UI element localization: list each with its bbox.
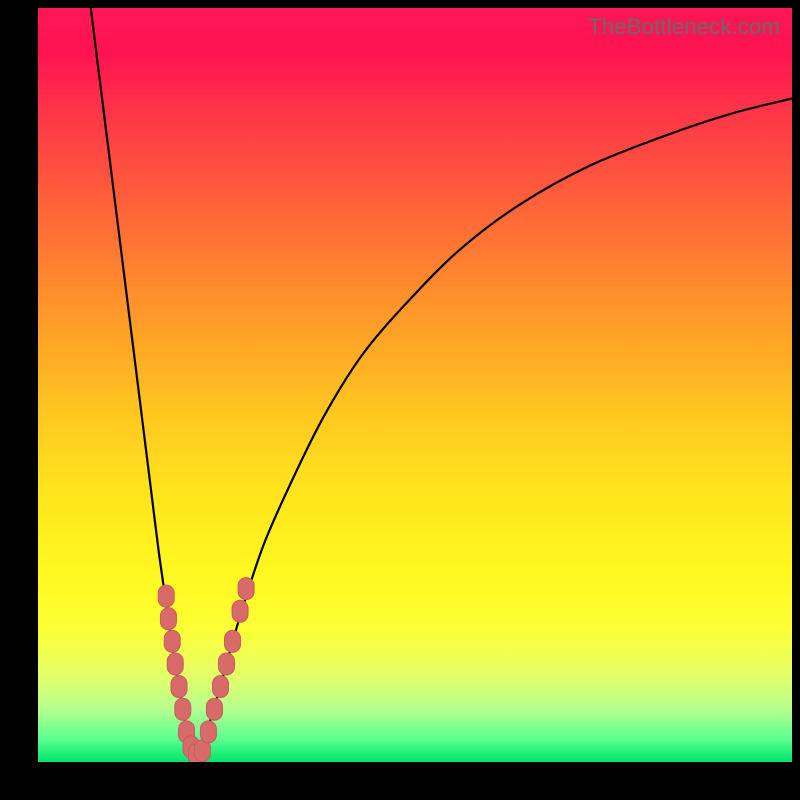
highlight-markers [158,578,254,762]
marker [232,600,248,622]
curve-layer [38,8,792,762]
marker [160,608,176,630]
marker [164,630,180,652]
left-branch [91,8,197,762]
right-branch [196,98,792,762]
watermark-text: TheBottleneck.com [588,14,780,40]
marker [225,630,241,652]
marker [238,578,254,600]
marker [158,585,174,607]
marker [175,698,191,720]
marker [219,653,235,675]
chart-frame: TheBottleneck.com [0,0,800,800]
marker [167,653,183,675]
marker [212,676,228,698]
marker [171,676,187,698]
marker [206,698,222,720]
plot-area: TheBottleneck.com [38,8,792,762]
marker [200,721,216,743]
